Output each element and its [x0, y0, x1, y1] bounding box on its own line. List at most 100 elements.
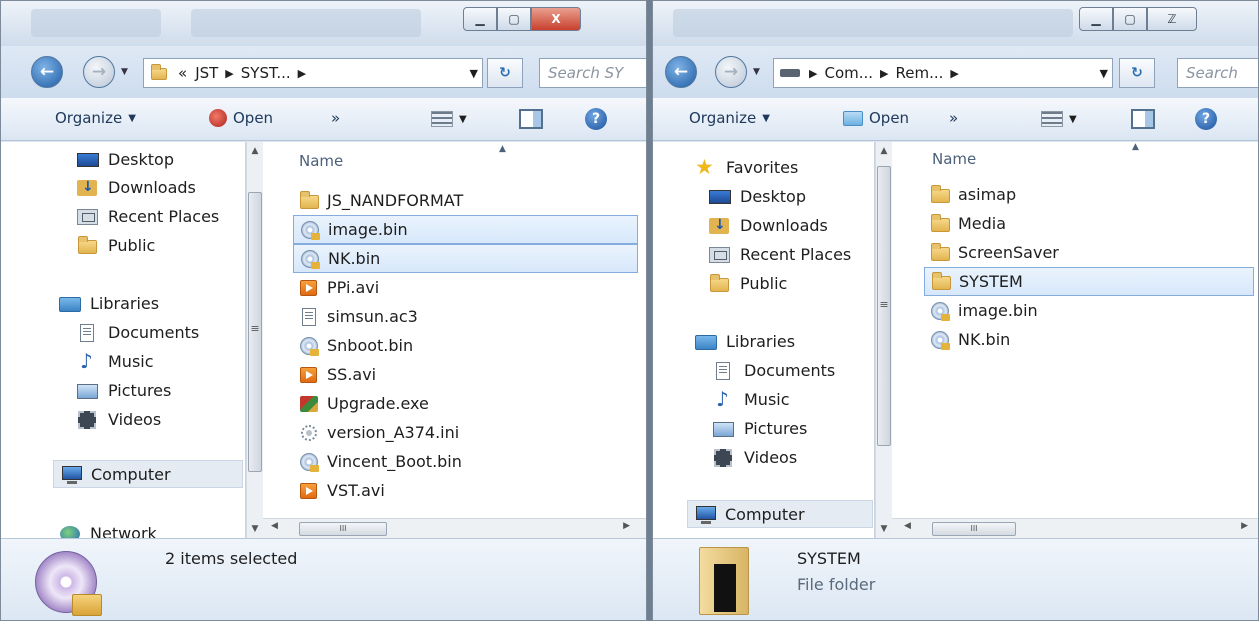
- refresh-button[interactable]: ↻: [1119, 58, 1155, 88]
- nav-item-recent-places[interactable]: Recent Places: [77, 207, 219, 226]
- breadcrumb-separator-icon[interactable]: ▶: [880, 67, 888, 80]
- minimize-button[interactable]: ▁: [1079, 7, 1113, 31]
- breadcrumb-item[interactable]: JST: [195, 64, 218, 82]
- nav-item-pictures[interactable]: Pictures: [77, 381, 171, 400]
- more-commands-button[interactable]: »: [949, 109, 958, 127]
- file-list-item[interactable]: asimap: [924, 180, 1254, 209]
- breadcrumb-separator-icon[interactable]: ▶: [809, 67, 817, 80]
- recent-pages-dropdown[interactable]: ▼: [121, 67, 128, 77]
- refresh-button[interactable]: ↻: [487, 58, 523, 88]
- nav-item-computer[interactable]: Computer: [53, 460, 243, 488]
- address-overflow[interactable]: «: [178, 64, 187, 82]
- breadcrumb-item[interactable]: SYST...: [241, 64, 291, 82]
- nav-item-desktop[interactable]: Desktop: [709, 187, 806, 206]
- search-input[interactable]: Search SY: [539, 58, 646, 88]
- scroll-down-icon[interactable]: ▼: [876, 524, 892, 534]
- nav-item-pictures[interactable]: Pictures: [713, 419, 807, 438]
- nav-item-libraries[interactable]: Libraries: [695, 332, 795, 351]
- file-list-item[interactable]: Snboot.bin: [293, 331, 638, 360]
- forward-button[interactable]: →: [83, 56, 115, 88]
- scroll-up-icon[interactable]: ▲: [247, 146, 263, 156]
- scroll-left-icon[interactable]: ◀: [904, 521, 911, 531]
- file-list-item[interactable]: image.bin: [924, 296, 1254, 325]
- file-list-item[interactable]: SS.avi: [293, 360, 638, 389]
- back-button[interactable]: ←: [665, 56, 697, 88]
- address-box[interactable]: ▶ Com... ▶ Rem... ▶ ▼: [773, 58, 1113, 88]
- file-list-item[interactable]: simsun.ac3: [293, 302, 638, 331]
- file-list-item[interactable]: Upgrade.exe: [293, 389, 638, 418]
- breadcrumb-item[interactable]: Rem...: [896, 64, 944, 82]
- nav-item-videos[interactable]: Videos: [77, 410, 161, 429]
- file-list-item[interactable]: NK.bin: [924, 325, 1254, 354]
- nav-item-computer[interactable]: Computer: [687, 500, 873, 528]
- nav-item-network[interactable]: Network: [59, 524, 157, 538]
- nav-item-desktop[interactable]: Desktop: [77, 150, 174, 169]
- nav-item-recent-places[interactable]: Recent Places: [709, 245, 851, 264]
- breadcrumb-item[interactable]: Com...: [824, 64, 873, 82]
- address-box[interactable]: « JST ▶ SYST... ▶ ▼: [143, 58, 483, 88]
- preview-pane-button[interactable]: [1131, 108, 1155, 130]
- minimize-button[interactable]: ▁: [463, 7, 497, 31]
- forward-button[interactable]: →: [715, 56, 747, 88]
- preview-pane-button[interactable]: [519, 108, 543, 130]
- more-commands-button[interactable]: »: [331, 109, 340, 127]
- title-bar[interactable]: ▁ ▢ X: [1, 1, 646, 46]
- change-view-button[interactable]: ▼: [1041, 108, 1077, 130]
- file-list-item[interactable]: VST.avi: [293, 476, 638, 505]
- nav-item-favorites[interactable]: Favorites: [695, 155, 798, 179]
- search-input[interactable]: Search: [1177, 58, 1258, 88]
- maximize-button[interactable]: ▢: [497, 7, 531, 31]
- file-list-item[interactable]: SYSTEM: [924, 267, 1254, 296]
- file-list-item[interactable]: image.bin: [293, 215, 638, 244]
- open-button[interactable]: Open: [209, 109, 273, 127]
- nav-item-libraries[interactable]: Libraries: [59, 294, 159, 313]
- column-header-name[interactable]: Name: [299, 152, 343, 170]
- nav-item-public[interactable]: Public: [709, 273, 787, 293]
- organize-menu[interactable]: Organize ▼: [689, 109, 770, 127]
- scroll-left-icon[interactable]: ◀: [271, 521, 278, 531]
- scroll-right-icon[interactable]: ▶: [623, 521, 630, 531]
- window-controls: ▁ ▢ ℤ: [1079, 7, 1197, 31]
- scroll-right-icon[interactable]: ▶: [1241, 521, 1248, 531]
- navigation-vertical-scrollbar[interactable]: ▲ ≡ ▼: [246, 142, 263, 538]
- organize-menu[interactable]: Organize ▼: [55, 109, 136, 127]
- breadcrumb-separator-icon[interactable]: ▶: [225, 67, 233, 80]
- breadcrumb-separator-icon[interactable]: ▶: [950, 67, 958, 80]
- file-list-item[interactable]: ScreenSaver: [924, 238, 1254, 267]
- nav-item-music[interactable]: Music: [713, 387, 790, 411]
- help-button[interactable]: ?: [585, 108, 607, 130]
- close-button[interactable]: X: [531, 7, 581, 31]
- file-list-item[interactable]: Vincent_Boot.bin: [293, 447, 638, 476]
- nav-item-downloads[interactable]: Downloads: [77, 178, 196, 197]
- recent-pages-dropdown[interactable]: ▼: [753, 67, 760, 77]
- file-list-item[interactable]: version_A374.ini: [293, 418, 638, 447]
- horizontal-scrollbar[interactable]: ◀ III ▶: [263, 518, 646, 538]
- help-button[interactable]: ?: [1195, 108, 1217, 130]
- nav-item-documents[interactable]: Documents: [713, 361, 835, 380]
- scroll-up-icon[interactable]: ▲: [876, 146, 892, 156]
- file-list-item[interactable]: Media: [924, 209, 1254, 238]
- nav-item-documents[interactable]: Documents: [77, 323, 199, 342]
- back-button[interactable]: ←: [31, 56, 63, 88]
- column-header-name[interactable]: Name: [932, 150, 976, 168]
- address-dropdown-icon[interactable]: ▼: [470, 67, 478, 80]
- file-list-item[interactable]: NK.bin: [293, 244, 638, 273]
- address-dropdown-icon[interactable]: ▼: [1100, 67, 1108, 80]
- open-button[interactable]: Open: [843, 109, 909, 127]
- scroll-down-icon[interactable]: ▼: [247, 524, 263, 534]
- file-list-item[interactable]: PPi.avi: [293, 273, 638, 302]
- change-view-button[interactable]: ▼: [431, 108, 467, 130]
- nav-item-videos[interactable]: Videos: [713, 448, 797, 467]
- nav-item-public[interactable]: Public: [77, 235, 155, 255]
- nav-item-downloads[interactable]: Downloads: [709, 216, 828, 235]
- nav-item-music[interactable]: Music: [77, 349, 154, 373]
- close-button[interactable]: ℤ: [1147, 7, 1197, 31]
- file-list-item[interactable]: JS_NANDFORMAT: [293, 186, 638, 215]
- navigation-vertical-scrollbar[interactable]: ▲ ≡ ▼: [875, 142, 892, 538]
- scrollbar-thumb[interactable]: III: [299, 522, 387, 536]
- horizontal-scrollbar[interactable]: ◀ III ▶: [892, 518, 1258, 538]
- scrollbar-thumb[interactable]: III: [932, 522, 1016, 536]
- title-bar[interactable]: ▁ ▢ ℤ: [653, 1, 1258, 46]
- breadcrumb-separator-icon[interactable]: ▶: [298, 67, 306, 80]
- maximize-button[interactable]: ▢: [1113, 7, 1147, 31]
